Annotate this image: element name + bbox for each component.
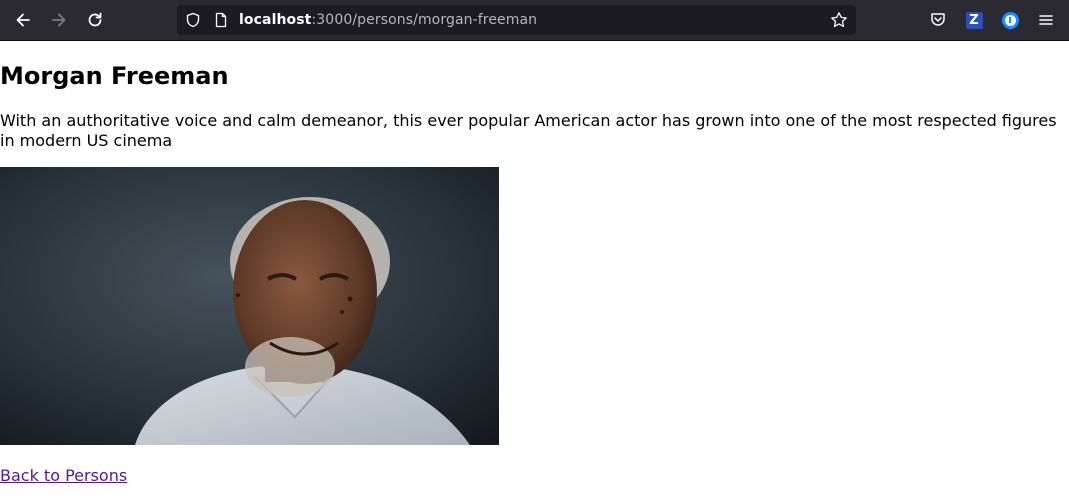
url-text[interactable]: localhost:3000/persons/morgan-freeman [239,12,537,28]
page-icon[interactable] [213,12,229,33]
browser-toolbar: localhost:3000/persons/morgan-freeman Z [0,0,1069,41]
menu-icon[interactable] [1036,10,1056,30]
reload-icon[interactable] [83,8,107,32]
url-host: localhost [239,12,312,28]
person-photo [0,167,499,445]
page-title: Morgan Freeman [0,62,229,90]
back-to-persons-link[interactable]: Back to Persons [0,466,127,485]
back-arrow-icon[interactable] [11,8,35,32]
password-manager-icon[interactable] [1000,10,1020,30]
pocket-icon[interactable] [928,10,948,30]
zotero-extension-icon[interactable]: Z [964,10,984,30]
url-bar[interactable]: localhost:3000/persons/morgan-freeman [177,5,856,35]
zotero-label: Z [969,12,979,28]
forward-arrow-icon[interactable] [47,8,71,32]
person-description: With an authoritative voice and calm dem… [0,111,1057,150]
bookmark-star-icon[interactable] [830,11,848,34]
url-path: :3000/persons/morgan-freeman [311,12,538,28]
shield-icon[interactable] [185,12,201,33]
